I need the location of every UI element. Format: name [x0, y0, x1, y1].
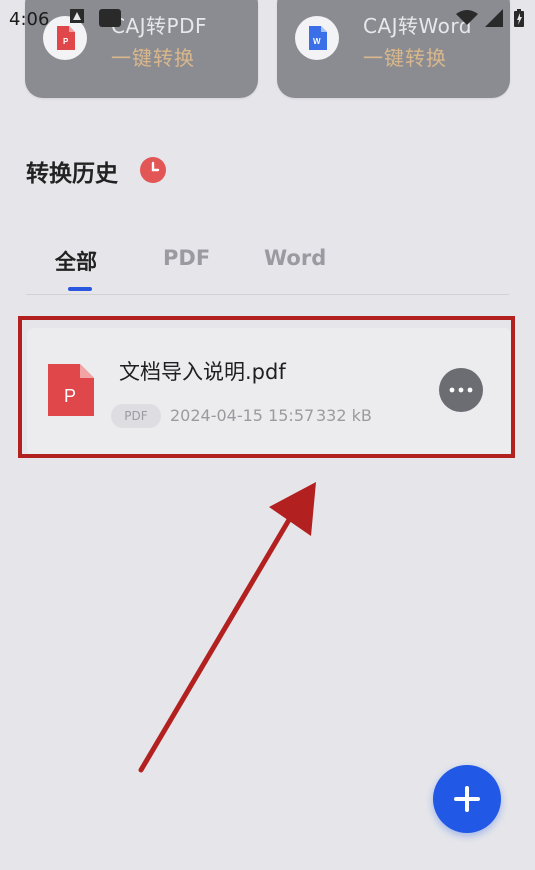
battery-icon: [514, 9, 524, 27]
status-time: 4:06: [9, 9, 50, 30]
app-notification-icon: [99, 9, 121, 27]
plus-icon: [454, 786, 480, 812]
annotation-arrow: [138, 482, 316, 773]
signal-icon: [485, 9, 503, 27]
wifi-icon: [456, 10, 478, 25]
status-bar: 4:06: [0, 0, 535, 38]
add-file-button[interactable]: [433, 765, 501, 833]
notification-icon: [70, 9, 84, 23]
